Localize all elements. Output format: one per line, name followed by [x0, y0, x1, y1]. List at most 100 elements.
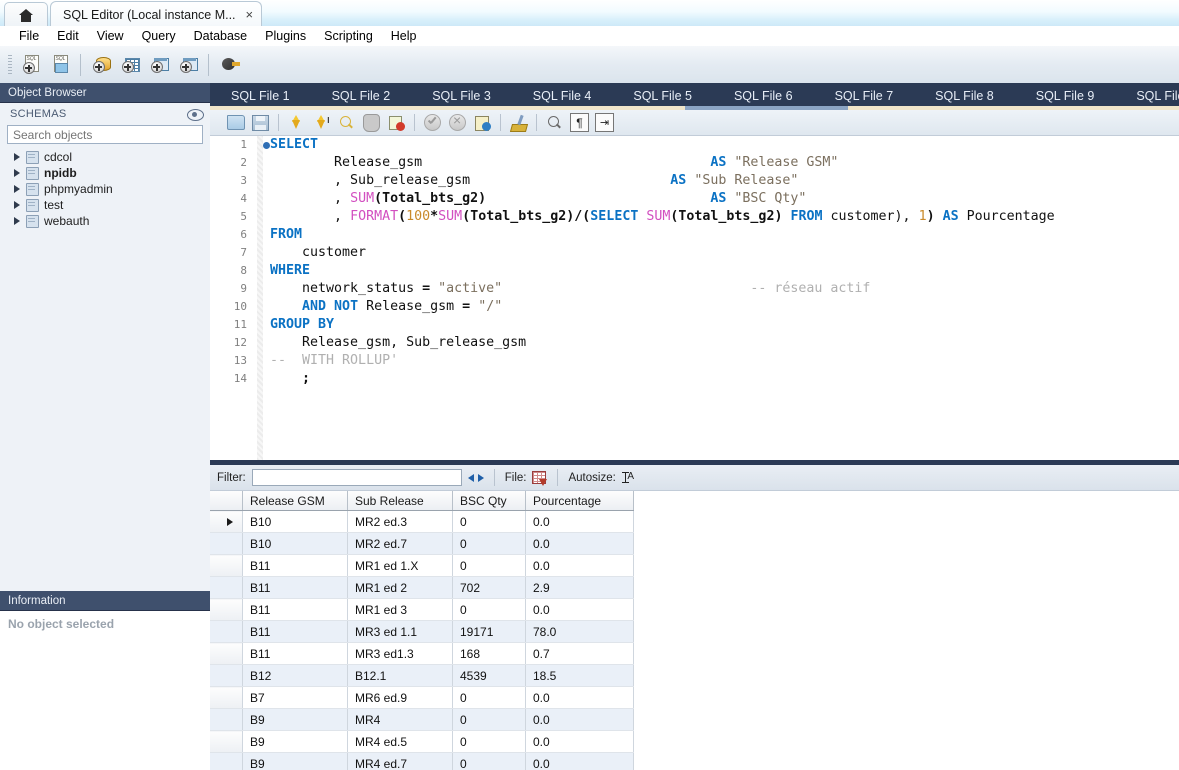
table-cell[interactable]: 18.5 [525, 664, 634, 687]
code-line[interactable]: network_status = "active" -- réseau acti… [270, 280, 1179, 298]
close-icon[interactable]: × [246, 8, 254, 21]
table-row[interactable]: B7 MR6 ed.9 0 0.0 [210, 686, 634, 709]
table-cell[interactable]: 0.0 [525, 532, 634, 555]
row-selector-cell[interactable] [210, 752, 243, 770]
row-selector-cell[interactable] [210, 620, 243, 643]
code-line[interactable]: -- WITH ROLLUP' [270, 352, 1179, 370]
table-cell[interactable]: B12 [242, 664, 348, 687]
table-cell[interactable]: 0.0 [525, 554, 634, 577]
row-selector-cell[interactable] [210, 664, 243, 687]
table-cell[interactable]: 0.0 [525, 686, 634, 709]
table-cell[interactable]: B11 [242, 554, 348, 577]
menu-item-plugins[interactable]: Plugins [256, 27, 315, 45]
table-cell[interactable]: MR4 ed.5 [347, 730, 453, 753]
commit-icon[interactable] [421, 112, 444, 134]
table-cell[interactable]: B9 [242, 708, 348, 731]
table-cell[interactable]: 0.7 [525, 642, 634, 665]
eye-icon[interactable] [187, 109, 204, 121]
sidebar-item-phpmyadmin[interactable]: phpmyadmin [8, 181, 210, 197]
table-row[interactable]: B11 MR3 ed1.3 168 0.7 [210, 642, 634, 665]
table-row[interactable]: B9 MR4 ed.7 0 0.0 [210, 752, 634, 770]
table-cell[interactable]: B10 [242, 532, 348, 555]
new-schema-icon[interactable] [117, 52, 143, 78]
tab-scroll-indicator[interactable] [210, 106, 1179, 110]
table-cell[interactable]: 0 [452, 510, 526, 533]
code-line[interactable]: SELECT [270, 136, 1179, 154]
code-line[interactable]: Release_gsm, Sub_release_gsm [270, 334, 1179, 352]
table-cell[interactable]: 168 [452, 642, 526, 665]
table-row[interactable]: B11 MR1 ed 2 702 2.9 [210, 576, 634, 599]
table-cell[interactable]: B10 [242, 510, 348, 533]
chevron-right-icon[interactable] [14, 217, 20, 225]
table-cell[interactable]: 0 [452, 708, 526, 731]
table-row[interactable]: B9 MR4 0 0.0 [210, 708, 634, 731]
row-selector-cell[interactable] [210, 642, 243, 665]
table-cell[interactable]: B11 [242, 598, 348, 621]
column-header-release-gsm[interactable]: Release GSM [242, 491, 348, 511]
table-cell[interactable]: MR3 ed 1.1 [347, 620, 453, 643]
export-recordset-icon[interactable] [532, 470, 548, 486]
chevron-right-icon[interactable] [14, 153, 20, 161]
menu-item-help[interactable]: Help [382, 27, 426, 45]
chevron-right-icon[interactable] [14, 201, 20, 209]
document-tab-sql-editor[interactable]: SQL Editor (Local instance M... × [50, 1, 263, 27]
stop-execution-icon[interactable] [360, 112, 383, 134]
table-cell[interactable]: B12.1 [347, 664, 453, 687]
table-cell[interactable]: 0.0 [525, 730, 634, 753]
results-grid[interactable]: Release GSM Sub Release BSC Qty Pourcent… [210, 491, 1179, 770]
save-script-icon[interactable] [249, 112, 272, 134]
beautify-query-icon[interactable] [507, 112, 530, 134]
table-row[interactable]: B11 MR1 ed 1.X 0 0.0 [210, 554, 634, 577]
menu-item-database[interactable]: Database [185, 27, 257, 45]
sql-editor[interactable]: 1 2 3 4 5 6 7 8 9 10 11 12 13 14 SELECT Release_gsm A… [210, 136, 1179, 460]
toolbar-grip[interactable] [8, 54, 12, 75]
table-cell[interactable]: 4539 [452, 664, 526, 687]
table-cell[interactable]: 0.0 [525, 708, 634, 731]
row-selector-cell[interactable] [210, 554, 243, 577]
home-tab[interactable] [4, 2, 48, 27]
rollback-icon[interactable] [446, 112, 469, 134]
toggle-invisible-chars-icon[interactable]: ¶ [568, 112, 591, 134]
table-cell[interactable]: 78.0 [525, 620, 634, 643]
table-cell[interactable]: B11 [242, 620, 348, 643]
table-cell[interactable]: MR2 ed.3 [347, 510, 453, 533]
toggle-autocommit-icon[interactable] [471, 112, 494, 134]
table-cell[interactable]: MR1 ed 1.X [347, 554, 453, 577]
row-selector-cell[interactable] [210, 686, 243, 709]
table-cell[interactable]: B11 [242, 576, 348, 599]
search-input[interactable] [7, 125, 203, 144]
sidebar-item-npidb[interactable]: npidb [8, 165, 210, 181]
row-selector-cell[interactable] [210, 598, 243, 621]
toggle-wrapping-icon[interactable]: ⇥ [593, 112, 616, 134]
table-cell[interactable]: 0 [452, 554, 526, 577]
table-row[interactable]: B12 B12.1 4539 18.5 [210, 664, 634, 687]
code-line[interactable]: customer [270, 244, 1179, 262]
toggle-stop-on-error-icon[interactable] [385, 112, 408, 134]
explain-query-icon[interactable] [335, 112, 358, 134]
breakpoint-marker-icon[interactable] [263, 142, 270, 149]
row-selector-cell[interactable] [210, 576, 243, 599]
menu-item-edit[interactable]: Edit [48, 27, 88, 45]
find-icon[interactable] [543, 112, 566, 134]
code-line[interactable]: ; [270, 370, 1179, 388]
code-line[interactable]: , Sub_release_gsm AS "Sub Release" [270, 172, 1179, 190]
menu-item-view[interactable]: View [88, 27, 133, 45]
table-cell[interactable]: MR2 ed.7 [347, 532, 453, 555]
table-cell[interactable]: B9 [242, 752, 348, 770]
row-selector-cell[interactable] [210, 510, 243, 533]
table-cell[interactable]: 19171 [452, 620, 526, 643]
table-cell[interactable]: 0 [452, 532, 526, 555]
table-cell[interactable]: B11 [242, 642, 348, 665]
refresh-icon[interactable] [467, 471, 484, 485]
table-cell[interactable]: 702 [452, 576, 526, 599]
table-row[interactable]: B11 MR3 ed 1.1 19171 78.0 [210, 620, 634, 643]
filter-input[interactable] [251, 469, 462, 486]
row-selector-cell[interactable] [210, 532, 243, 555]
table-cell[interactable]: MR4 [347, 708, 453, 731]
column-header-sub-release[interactable]: Sub Release [347, 491, 453, 511]
row-selector-cell[interactable] [210, 730, 243, 753]
manage-privileges-icon[interactable] [216, 52, 242, 78]
table-cell[interactable]: B9 [242, 730, 348, 753]
table-row[interactable]: B11 MR1 ed 3 0 0.0 [210, 598, 634, 621]
new-view-icon[interactable] [146, 52, 172, 78]
